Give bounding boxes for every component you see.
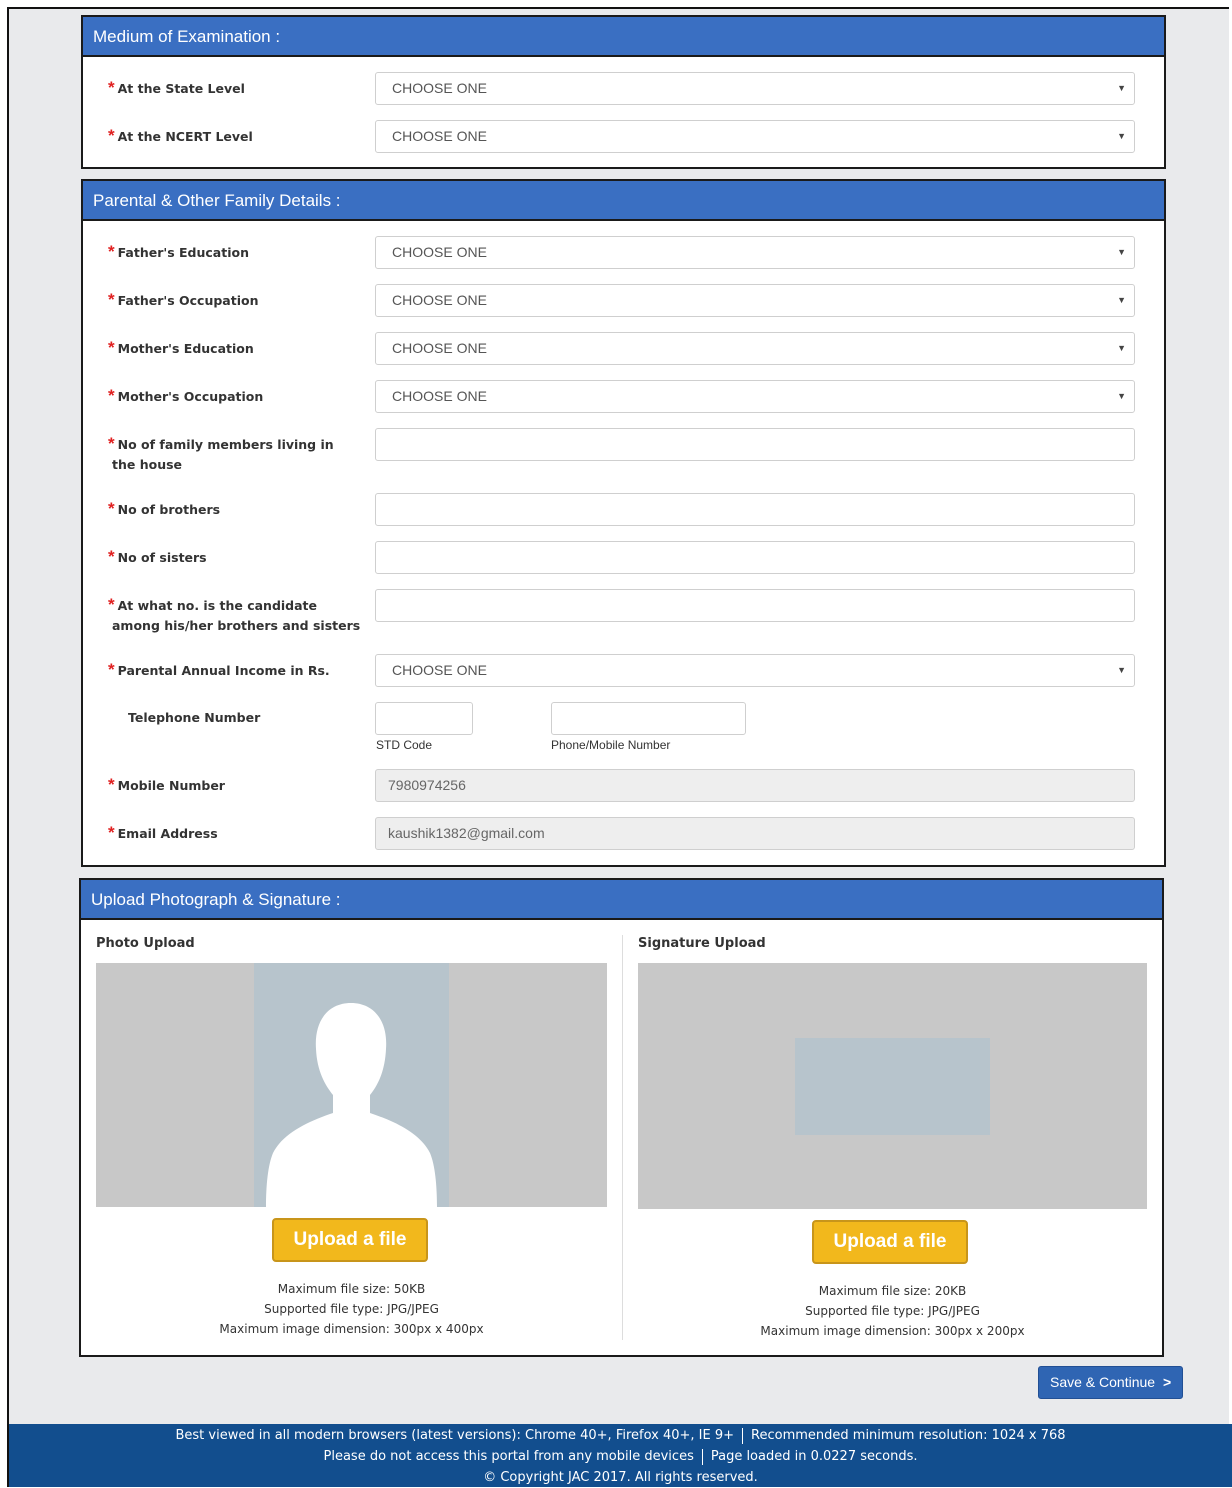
- save-continue-button[interactable]: Save & Continue >: [1038, 1366, 1183, 1399]
- photo-info: Maximum file size: 50KB Supported file t…: [219, 1282, 484, 1336]
- required-icon: *: [108, 660, 115, 679]
- signature-info: Maximum file size: 20KB Supported file t…: [760, 1284, 1025, 1338]
- mobile-label: * Mobile Number: [108, 775, 225, 794]
- footer-line-1: Best viewed in all modern browsers (late…: [175, 1427, 1066, 1444]
- photo-preview: [96, 963, 607, 1207]
- dropdown-arrow-icon: ▼: [1117, 83, 1126, 93]
- sisters-label: * No of sisters: [108, 547, 207, 566]
- mother-occupation-label: * Mother's Occupation: [108, 386, 264, 405]
- upload-divider: [622, 935, 623, 1340]
- sisters-input[interactable]: [375, 541, 1135, 574]
- state-level-label: * At the State Level: [108, 78, 245, 97]
- ncert-level-select[interactable]: CHOOSE ONE ▼: [375, 120, 1135, 153]
- brothers-input[interactable]: [375, 493, 1135, 526]
- father-education-label: * Father's Education: [108, 242, 249, 261]
- signature-upload-button[interactable]: Upload a file: [812, 1220, 968, 1264]
- family-members-input[interactable]: [375, 428, 1135, 461]
- std-code-input[interactable]: [375, 702, 473, 735]
- panel-title: Parental & Other Family Details :: [83, 181, 1164, 221]
- email-input[interactable]: kaushik1382@gmail.com: [375, 817, 1135, 850]
- required-icon: *: [108, 126, 115, 145]
- email-label: * Email Address: [108, 823, 218, 842]
- mobile-input[interactable]: 7980974256: [375, 769, 1135, 802]
- panel-title: Medium of Examination :: [83, 17, 1164, 57]
- required-icon: *: [108, 338, 115, 357]
- mother-education-label: * Mother's Education: [108, 338, 254, 357]
- std-code-caption: STD Code: [376, 738, 433, 752]
- dropdown-arrow-icon: ▼: [1117, 295, 1126, 305]
- required-icon: *: [108, 290, 115, 309]
- dropdown-arrow-icon: ▼: [1117, 665, 1126, 675]
- phone-number-input[interactable]: [551, 702, 746, 735]
- income-label: * Parental Annual Income in Rs.: [108, 660, 330, 679]
- required-icon: *: [108, 595, 115, 614]
- required-icon: *: [108, 78, 115, 97]
- footer: Best viewed in all modern browsers (late…: [9, 1424, 1232, 1487]
- dropdown-arrow-icon: ▼: [1117, 131, 1126, 141]
- ncert-level-label: * At the NCERT Level: [108, 126, 253, 145]
- footer-line-2: Please do not access this portal from an…: [323, 1448, 918, 1465]
- family-members-label: * No of family members living in the house: [108, 434, 334, 472]
- father-education-select[interactable]: CHOOSE ONE ▼: [375, 236, 1135, 269]
- state-level-select[interactable]: CHOOSE ONE ▼: [375, 72, 1135, 105]
- person-silhouette-icon: [266, 1003, 437, 1207]
- sibling-position-input[interactable]: [375, 589, 1135, 622]
- signature-placeholder: [795, 1038, 990, 1135]
- dropdown-arrow-icon: ▼: [1117, 343, 1126, 353]
- dropdown-arrow-icon: ▼: [1117, 247, 1126, 257]
- phone-number-caption: Phone/Mobile Number: [551, 738, 671, 752]
- required-icon: *: [108, 242, 115, 261]
- panel-title: Upload Photograph & Signature :: [81, 880, 1162, 920]
- required-icon: *: [108, 434, 115, 453]
- mother-education-select[interactable]: CHOOSE ONE ▼: [375, 332, 1135, 365]
- required-icon: *: [108, 823, 115, 842]
- required-icon: *: [108, 386, 115, 405]
- photo-placeholder-bg: [254, 963, 449, 1207]
- signature-preview: [638, 963, 1147, 1209]
- mother-occupation-select[interactable]: CHOOSE ONE ▼: [375, 380, 1135, 413]
- photo-upload-button[interactable]: Upload a file: [272, 1218, 428, 1262]
- required-icon: *: [108, 775, 115, 794]
- dropdown-arrow-icon: ▼: [1117, 391, 1126, 401]
- chevron-right-icon: >: [1162, 1374, 1172, 1390]
- telephone-label: Telephone Number: [128, 710, 261, 725]
- required-icon: *: [108, 499, 115, 518]
- income-select[interactable]: CHOOSE ONE ▼: [375, 654, 1135, 687]
- required-icon: *: [108, 547, 115, 566]
- sibling-position-label: * At what no. is the candidate among his/h…: [108, 595, 361, 633]
- father-occupation-label: * Father's Occupation: [108, 290, 259, 309]
- brothers-label: * No of brothers: [108, 499, 221, 518]
- father-occupation-select[interactable]: CHOOSE ONE ▼: [375, 284, 1135, 317]
- signature-upload-title: Signature Upload: [638, 936, 766, 951]
- photo-upload-title: Photo Upload: [96, 936, 195, 951]
- footer-copyright: © Copyright JAC 2017. All rights reserve…: [483, 1470, 758, 1485]
